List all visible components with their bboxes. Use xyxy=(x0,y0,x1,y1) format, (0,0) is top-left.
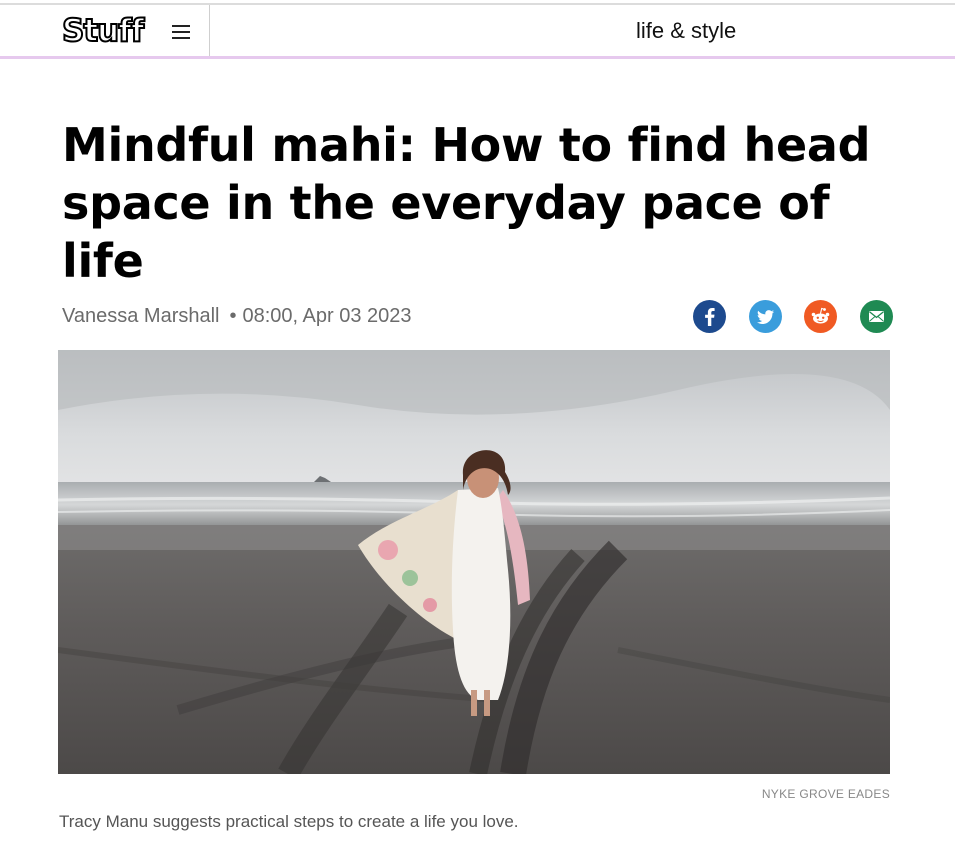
share-email-button[interactable] xyxy=(860,300,893,333)
reddit-icon xyxy=(811,307,830,324)
email-icon xyxy=(869,311,884,322)
share-facebook-button[interactable] xyxy=(693,300,726,333)
byline: Vanessa Marshall • 08:00, Apr 03 2023 xyxy=(62,305,412,328)
header-accent-line xyxy=(0,56,955,59)
section-link[interactable]: life & style xyxy=(636,18,736,44)
share-reddit-button[interactable] xyxy=(804,300,837,333)
image-caption: Tracy Manu suggests practical steps to c… xyxy=(59,812,519,831)
twitter-icon xyxy=(757,310,774,324)
publish-timestamp: 08:00, Apr 03 2023 xyxy=(242,305,412,327)
hamburger-menu-icon[interactable] xyxy=(172,25,190,39)
site-header: Stuff life & style xyxy=(0,0,955,59)
section-header: life & style xyxy=(212,5,955,56)
byline-separator: • xyxy=(229,305,237,327)
hero-image xyxy=(58,350,890,774)
logo-block: Stuff xyxy=(0,5,210,56)
share-twitter-button[interactable] xyxy=(749,300,782,333)
article-headline: Mindful mahi: How to find head space in … xyxy=(62,118,871,288)
author-link[interactable]: Vanessa Marshall xyxy=(62,305,219,327)
stuff-logo[interactable]: Stuff xyxy=(61,12,145,50)
image-credit: NYKE GROVE EADES xyxy=(761,787,890,801)
facebook-icon xyxy=(705,308,715,326)
